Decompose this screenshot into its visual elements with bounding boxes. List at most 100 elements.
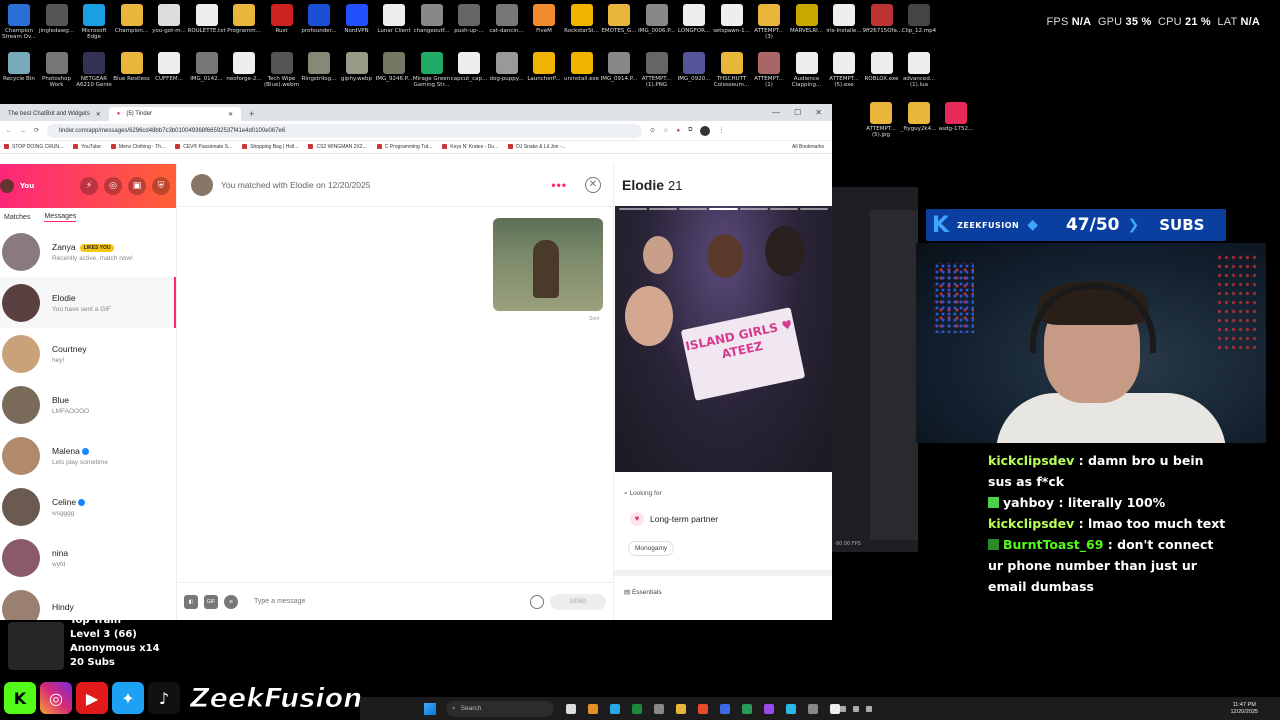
bookmark-item[interactable]: Shopping Bag | Holl... bbox=[242, 144, 298, 150]
sent-gif[interactable] bbox=[493, 218, 603, 311]
desktop-icon[interactable]: giphy.webp bbox=[338, 52, 376, 82]
profile-link[interactable]: You bbox=[20, 182, 34, 190]
desktop-icon[interactable]: Mirage Green Gaming Str... bbox=[413, 52, 451, 88]
bookmark-item[interactable]: CEV® Passionate S... bbox=[175, 144, 232, 150]
desktop-icon[interactable]: 9ff26715Ofa... bbox=[863, 4, 902, 34]
bookmark-item[interactable]: Mens Clothing - Th... bbox=[111, 144, 165, 150]
desktop-icon[interactable]: advanced... (1).lua bbox=[900, 52, 938, 88]
desktop-icon[interactable]: capcut_cap... bbox=[450, 52, 488, 82]
tray-icon[interactable] bbox=[866, 705, 872, 712]
back-icon[interactable]: ← bbox=[6, 128, 12, 134]
bookmark-item[interactable]: STOP DOING CRUN... bbox=[4, 144, 63, 150]
desktop-icon[interactable]: ATTEMPT... (5).exe bbox=[825, 52, 863, 88]
reload-icon[interactable]: ⟳ bbox=[34, 127, 39, 134]
desktop-icon[interactable]: EMOTES_G... bbox=[600, 4, 638, 34]
desktop-icon[interactable]: IMG_0006.P... bbox=[638, 4, 676, 34]
desktop-icon[interactable]: Ringstrilog... bbox=[300, 52, 338, 82]
desktop-icon[interactable]: IMG_9246.P... bbox=[375, 52, 413, 82]
extension-icon[interactable]: ● bbox=[676, 128, 680, 134]
taskbar-app-icon[interactable] bbox=[676, 703, 686, 714]
desktop-icon[interactable]: you-got-m... bbox=[150, 4, 188, 34]
browser-tab-tinder[interactable]: ● (5) Tinder ✕ bbox=[108, 107, 242, 121]
desktop-icon[interactable]: setspawn-1... bbox=[713, 4, 751, 34]
emoji-icon[interactable] bbox=[530, 594, 544, 609]
desktop-icon[interactable]: IMG_0914.P... bbox=[600, 52, 638, 82]
explore-icon[interactable]: ◎ bbox=[104, 177, 122, 195]
taskbar-app-icon[interactable] bbox=[764, 703, 774, 714]
desktop-icon[interactable]: asdg-1752... bbox=[937, 102, 975, 132]
taskbar-app-icon[interactable] bbox=[610, 703, 620, 714]
taskbar-app-icon[interactable] bbox=[808, 703, 818, 714]
bookmark-item[interactable]: YouTube bbox=[73, 144, 101, 150]
message-input[interactable] bbox=[254, 598, 524, 605]
desktop-icon[interactable]: Recycle Bin bbox=[0, 52, 38, 82]
browser-tab-chatbot[interactable]: The best ChatBot and Widgets ✕ bbox=[0, 107, 109, 121]
taskbar-app-icon[interactable] bbox=[632, 703, 642, 714]
conversation-item[interactable]: Elodie You have sent a GIF bbox=[0, 277, 176, 328]
desktop-icon[interactable]: Blue Restless bbox=[113, 52, 151, 82]
match-avatar[interactable] bbox=[191, 174, 213, 196]
menu-icon[interactable]: ⋮ bbox=[718, 127, 724, 134]
conversation-item[interactable]: nina wyfd bbox=[0, 532, 176, 583]
desktop-icon[interactable]: CUFFEM... bbox=[150, 52, 188, 82]
desktop-icon[interactable]: RockstarSt... bbox=[563, 4, 601, 34]
gif-button[interactable]: GIF bbox=[204, 594, 218, 609]
conversation-item[interactable]: Malena Lets play sometime bbox=[0, 430, 176, 481]
tab-messages[interactable]: Messages bbox=[44, 213, 77, 222]
desktop-icon[interactable]: Lunar Client bbox=[375, 4, 413, 34]
desktop-icon[interactable]: IMG_0920... bbox=[675, 52, 713, 82]
conversation-item[interactable]: Blue LMFAOOOO bbox=[0, 379, 176, 430]
desktop-icon[interactable]: Audience Clapping... bbox=[788, 52, 826, 88]
minimize-icon[interactable]: — bbox=[772, 108, 780, 117]
desktop-icon[interactable]: Clip_12.mp4 bbox=[900, 4, 938, 34]
desktop-icon[interactable]: MARVELRI... bbox=[788, 4, 826, 34]
maximize-icon[interactable]: ☐ bbox=[794, 108, 801, 117]
desktop-icon[interactable]: Rust bbox=[263, 4, 301, 34]
desktop-icon[interactable]: ATTEMPT... (1).PNG bbox=[638, 52, 676, 88]
desktop-icon[interactable]: cat-dancin... bbox=[488, 4, 526, 34]
desktop-icon[interactable]: NordVPN bbox=[338, 4, 376, 34]
profile-avatar[interactable] bbox=[700, 125, 711, 136]
desktop-icon[interactable]: iris-Installe... bbox=[825, 4, 863, 34]
bookmark-star-icon[interactable]: ☆ bbox=[663, 127, 668, 134]
boost-icon[interactable]: ⚡ bbox=[80, 177, 98, 195]
desktop-icon[interactable]: LauncherP... bbox=[525, 52, 563, 82]
new-tab-button[interactable]: + bbox=[241, 109, 262, 121]
desktop-icon[interactable]: _ftyguy2k4... bbox=[900, 102, 938, 132]
desktop-icon[interactable]: dog-puppy... bbox=[488, 52, 526, 82]
close-icon[interactable]: ✕ bbox=[96, 111, 101, 118]
desktop-icon[interactable]: Tech Wipe (Blue).webm bbox=[263, 52, 301, 88]
desktop-icon[interactable]: Microsoft Edge bbox=[75, 4, 113, 40]
briefcase-icon[interactable]: ▣ bbox=[128, 177, 146, 195]
bookmark-item[interactable]: Keys N' Krates - Du... bbox=[442, 144, 498, 150]
close-icon[interactable]: ✕ bbox=[228, 111, 233, 118]
url-field[interactable]: tinder.com/app/messages/6296cd48bb7c3b01… bbox=[47, 123, 643, 138]
desktop-icon[interactable]: uninstall.exe bbox=[563, 52, 601, 82]
desktop-icon[interactable]: ATTEMPT... (1) bbox=[750, 52, 788, 88]
desktop-icon[interactable]: ATTEMPT... (5).jpg bbox=[862, 102, 900, 138]
desktop-icon[interactable]: changeoutf... bbox=[413, 4, 451, 34]
taskbar-search[interactable]: ⌕ Search bbox=[446, 700, 554, 717]
tray-icon[interactable] bbox=[853, 705, 859, 712]
desktop-icon[interactable]: neoforge-2... bbox=[225, 52, 263, 82]
desktop-icon[interactable]: THSCHUTT Colosseum... bbox=[713, 52, 751, 88]
conversation-item[interactable]: Zanya LIKES YOU Recently active, match now… bbox=[0, 226, 176, 277]
taskbar-app-icon[interactable] bbox=[698, 703, 708, 714]
desktop-icon[interactable]: profounder... bbox=[300, 4, 338, 34]
profile-photo[interactable]: ISLAND GIRLS ♥ ATEEZ bbox=[615, 206, 832, 472]
desktop-icon[interactable]: Champion Stream Ov... bbox=[0, 4, 38, 40]
close-window-icon[interactable]: ✕ bbox=[815, 108, 822, 117]
location-icon[interactable]: ⊙ bbox=[650, 127, 655, 134]
windows-start-icon[interactable] bbox=[424, 702, 436, 715]
desktop-icon[interactable]: push-up-... bbox=[450, 4, 488, 34]
close-chat-icon[interactable]: ✕ bbox=[585, 177, 601, 193]
all-bookmarks-link[interactable]: All Bookmarks bbox=[792, 144, 832, 150]
background-window-panel[interactable] bbox=[870, 210, 918, 540]
taskbar-app-icon[interactable] bbox=[786, 703, 796, 714]
taskbar-app-icon[interactable] bbox=[654, 703, 664, 714]
more-options-icon[interactable]: ••• bbox=[551, 178, 567, 192]
desktop-icon[interactable]: LONGFOR... bbox=[675, 4, 713, 34]
desktop-icon[interactable]: Champion... bbox=[113, 4, 151, 34]
desktop-icon[interactable]: ROBLOX.exe bbox=[863, 52, 901, 82]
conversation-item[interactable]: Celine wsgggg bbox=[0, 481, 176, 532]
